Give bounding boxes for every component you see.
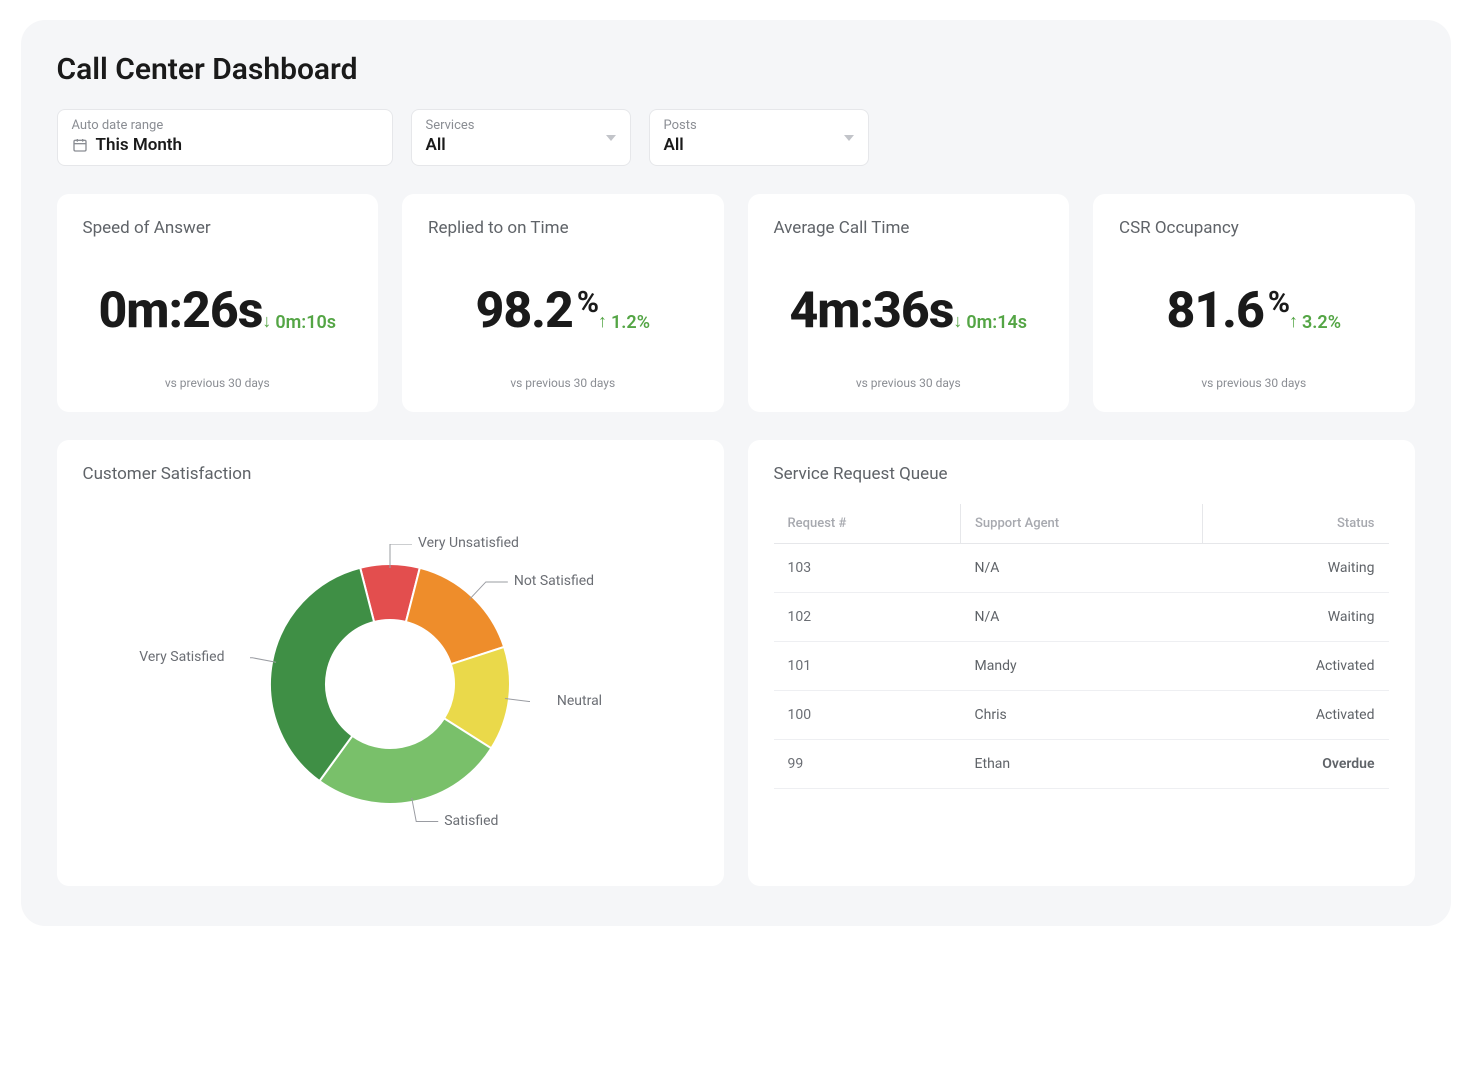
kpi-compare: vs previous 30 days <box>428 376 698 390</box>
kpi-compare: vs previous 30 days <box>1119 376 1389 390</box>
table-row[interactable]: 103N/AWaiting <box>774 544 1389 593</box>
leader-line <box>469 582 507 599</box>
cell-status: Waiting <box>1203 544 1389 593</box>
page-title: Call Center Dashboard <box>57 52 1415 87</box>
cell-request: 101 <box>774 642 961 691</box>
kpi-delta-value: 3.2% <box>1302 312 1341 333</box>
queue-col-status: Status <box>1203 504 1389 544</box>
calendar-icon <box>72 137 88 153</box>
kpi-unit: % <box>577 288 598 318</box>
arrow-down-icon: ↓ <box>262 313 271 331</box>
kpi-value: 98.2% <box>476 286 599 336</box>
kpi-delta: ↓0m:14s <box>953 312 1027 333</box>
kpi-title: Replied to on Time <box>428 218 698 238</box>
kpi-card: Average Call Time 4m:36s↓0m:14s vs previou… <box>748 194 1070 412</box>
donut-label: Very Unsatisfied <box>418 535 519 551</box>
table-row[interactable]: 102N/AWaiting <box>774 593 1389 642</box>
cell-status: Waiting <box>1203 593 1389 642</box>
kpi-value-wrap: 98.2%↑1.2% <box>428 286 698 336</box>
cell-request: 99 <box>774 740 961 789</box>
queue-table: Request # Support Agent Status 103N/AWai… <box>774 504 1389 789</box>
filter-posts-value: All <box>664 135 854 155</box>
cell-agent: N/A <box>961 593 1203 642</box>
kpi-value-wrap: 81.6%↑3.2% <box>1119 286 1389 336</box>
table-row[interactable]: 100ChrisActivated <box>774 691 1389 740</box>
filter-services-value: All <box>426 135 616 155</box>
kpi-card: Speed of Answer 0m:26s↓0m:10s vs previous … <box>57 194 379 412</box>
donut-label: Not Satisfied <box>514 573 594 589</box>
donut-label: Satisfied <box>444 813 498 829</box>
kpi-value: 0m:26s <box>98 286 262 336</box>
filter-bar: Auto date range This Month Services All … <box>57 109 1415 166</box>
kpi-delta: ↑3.2% <box>1289 312 1341 333</box>
kpi-delta-value: 0m:10s <box>275 312 336 333</box>
donut-label: Neutral <box>557 693 602 709</box>
chevron-down-icon <box>606 135 616 141</box>
kpi-value: 4m:36s <box>789 286 953 336</box>
filter-date-range-value: This Month <box>96 135 183 155</box>
kpi-value: 81.6% <box>1167 286 1290 336</box>
bottom-row: Customer Satisfaction Very Unsatisfied No… <box>57 440 1415 886</box>
kpi-title: CSR Occupancy <box>1119 218 1389 238</box>
cell-status: Activated <box>1203 642 1389 691</box>
arrow-up-icon: ↑ <box>1289 313 1298 331</box>
cell-agent: Chris <box>961 691 1203 740</box>
queue-col-request: Request # <box>774 504 961 544</box>
queue-header-row: Request # Support Agent Status <box>774 504 1389 544</box>
customer-satisfaction-title: Customer Satisfaction <box>83 464 698 484</box>
kpi-compare: vs previous 30 days <box>83 376 353 390</box>
donut-label: Very Satisfied <box>139 649 224 665</box>
kpi-row: Speed of Answer0m:26s↓0m:10svs previous … <box>57 194 1415 412</box>
donut-chart: Very Unsatisfied Not Satisfied Neutral Sati… <box>83 504 698 864</box>
kpi-card: Replied to on Time 98.2%↑1.2% vs previous … <box>402 194 724 412</box>
arrow-down-icon: ↓ <box>953 313 962 331</box>
donut-svg <box>250 544 530 824</box>
queue-col-agent: Support Agent <box>961 504 1203 544</box>
filter-date-range-label: Auto date range <box>72 118 378 133</box>
cell-status: Overdue <box>1203 740 1389 789</box>
filter-posts[interactable]: Posts All <box>649 109 869 166</box>
service-request-queue-title: Service Request Queue <box>774 464 1389 484</box>
customer-satisfaction-card: Customer Satisfaction Very Unsatisfied No… <box>57 440 724 886</box>
cell-agent: Ethan <box>961 740 1203 789</box>
table-row[interactable]: 99EthanOverdue <box>774 740 1389 789</box>
kpi-compare: vs previous 30 days <box>774 376 1044 390</box>
table-row[interactable]: 101MandyActivated <box>774 642 1389 691</box>
kpi-delta-value: 0m:14s <box>966 312 1027 333</box>
kpi-delta: ↓0m:10s <box>262 312 336 333</box>
service-request-queue-card: Service Request Queue Request # Support … <box>748 440 1415 886</box>
kpi-card: CSR Occupancy 81.6%↑3.2% vs previous 30 da… <box>1093 194 1415 412</box>
filter-services[interactable]: Services All <box>411 109 631 166</box>
filter-services-label: Services <box>426 118 616 133</box>
cell-status: Activated <box>1203 691 1389 740</box>
filter-date-range[interactable]: Auto date range This Month <box>57 109 393 166</box>
arrow-up-icon: ↑ <box>598 313 607 331</box>
kpi-delta: ↑1.2% <box>598 312 650 333</box>
kpi-value-wrap: 0m:26s↓0m:10s <box>83 286 353 336</box>
kpi-delta-value: 1.2% <box>611 312 650 333</box>
kpi-title: Speed of Answer <box>83 218 353 238</box>
kpi-value-wrap: 4m:36s↓0m:14s <box>774 286 1044 336</box>
cell-request: 100 <box>774 691 961 740</box>
kpi-unit: % <box>1268 288 1289 318</box>
cell-agent: Mandy <box>961 642 1203 691</box>
dashboard-root: Call Center Dashboard Auto date range Th… <box>21 20 1451 926</box>
kpi-title: Average Call Time <box>774 218 1044 238</box>
cell-request: 103 <box>774 544 961 593</box>
cell-request: 102 <box>774 593 961 642</box>
filter-posts-label: Posts <box>664 118 854 133</box>
chevron-down-icon <box>844 135 854 141</box>
cell-agent: N/A <box>961 544 1203 593</box>
